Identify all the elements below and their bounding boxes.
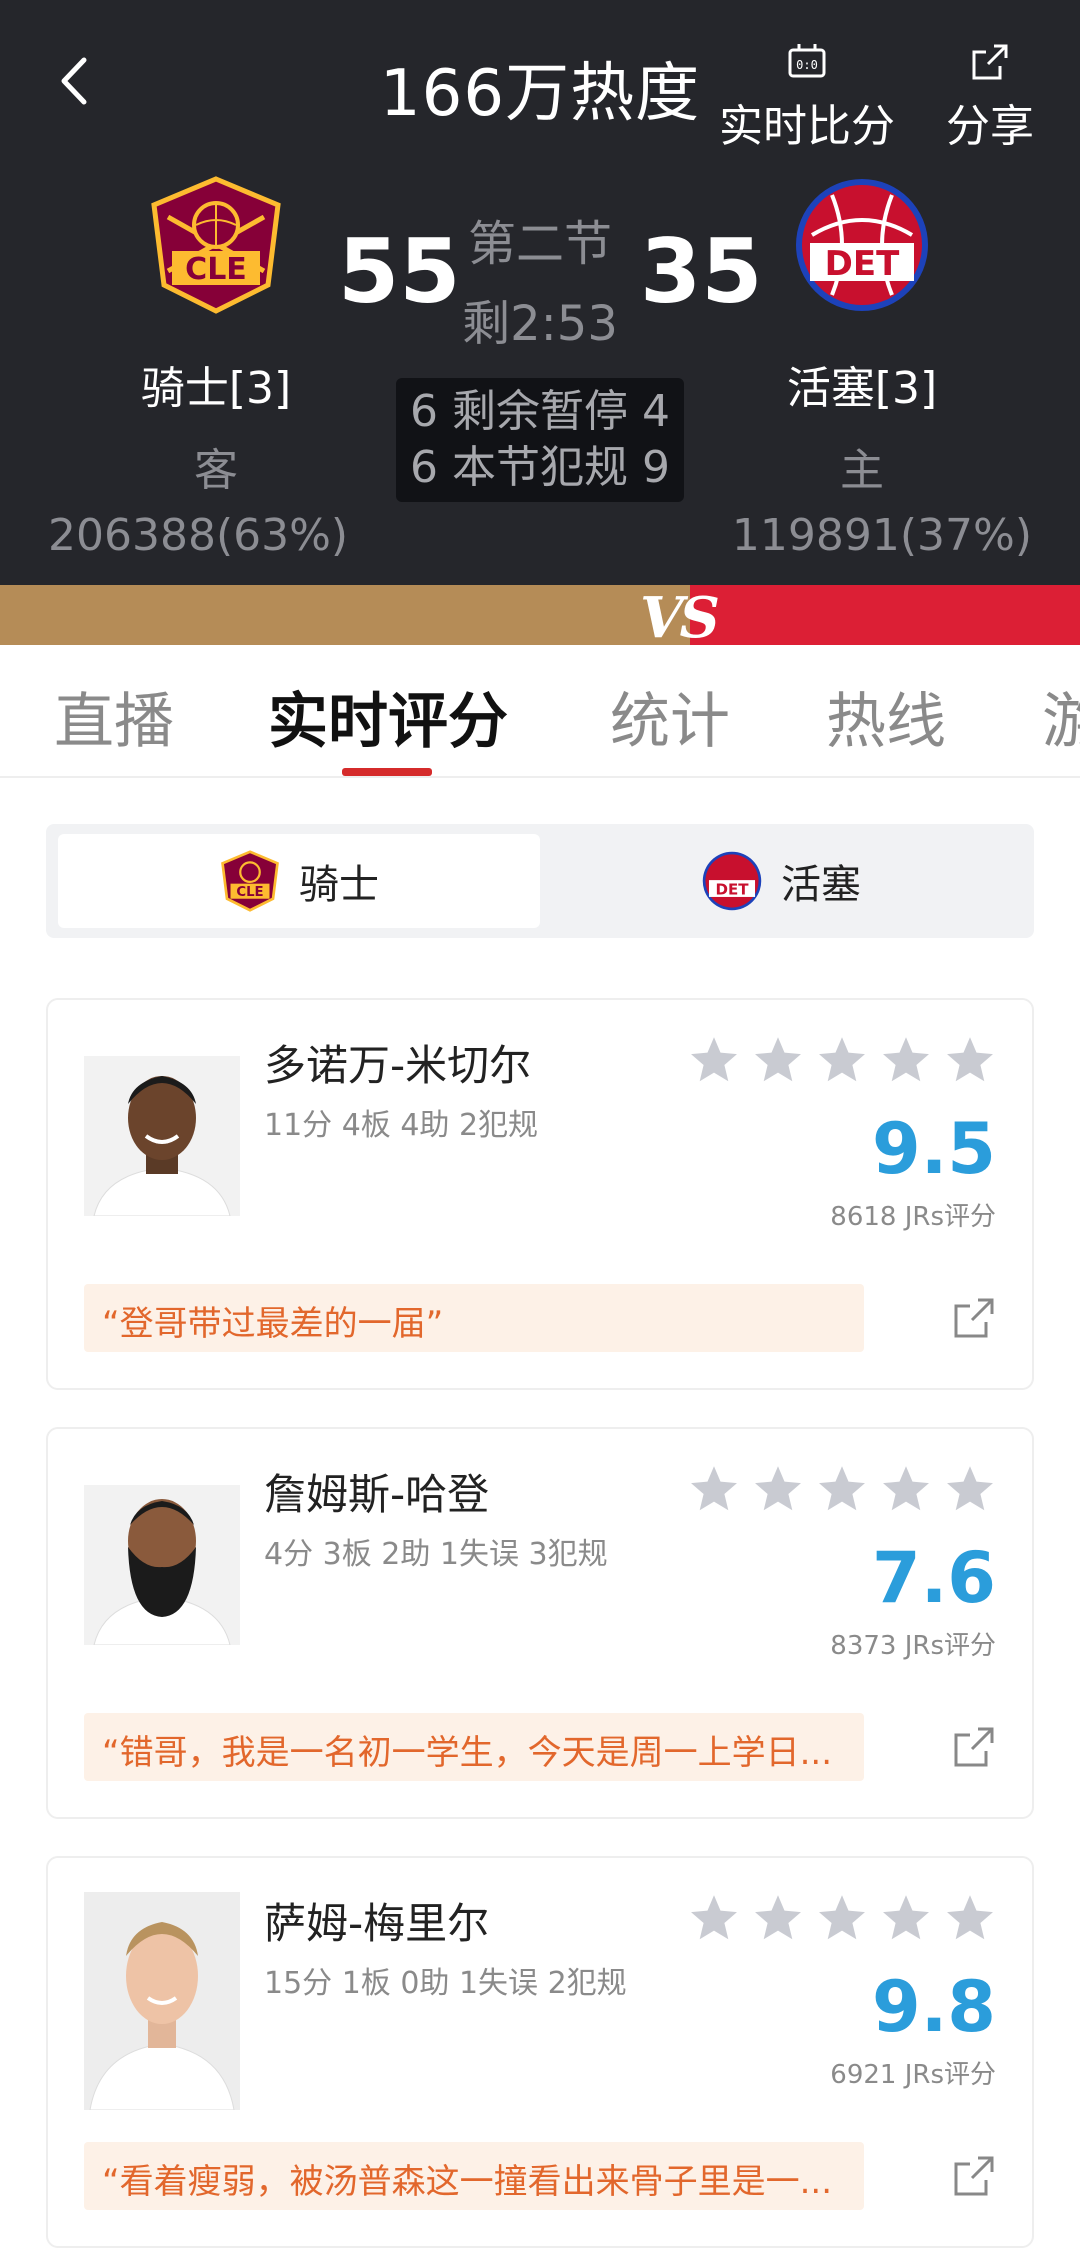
player-name: 多诺万-米切尔 (264, 1041, 532, 1090)
star-icon[interactable] (816, 1463, 868, 1515)
tab-bar: 直播 实时评分 统计 热线 游 (0, 645, 1080, 778)
vs-label: VS (640, 585, 720, 645)
star-icon[interactable] (752, 1463, 804, 1515)
svg-text:0:0: 0:0 (796, 58, 818, 72)
game-stat-box: 6 剩余暂停 4 6 本节犯规 9 (396, 378, 684, 502)
home-team-logo[interactable]: DET (792, 175, 932, 315)
rating-stars[interactable] (688, 1463, 996, 1515)
timeouts-row: 6 剩余暂停 4 (410, 386, 670, 437)
away-support-votes[interactable]: 206388(63%) (48, 510, 348, 561)
chevron-left-icon (61, 57, 87, 105)
star-icon[interactable] (688, 1892, 740, 1944)
period-label: 第二节 (467, 216, 612, 272)
share-label: 分享 (946, 101, 1034, 152)
home-support-votes[interactable]: 119891(37%) (732, 510, 1032, 561)
home-team-role: 主 (840, 445, 884, 496)
away-support-bar (0, 585, 690, 645)
game-header: 166万热度 0:0 实时比分 分享 CLE 55 第二节 剩2:53 35 D… (0, 0, 1080, 585)
hot-comment[interactable]: “看着瘦弱，被汤普森这一撞看出来骨子里是一... (84, 2142, 864, 2210)
back-button[interactable] (46, 46, 106, 116)
player-name: 詹姆斯-哈登 (264, 1470, 490, 1519)
star-icon[interactable] (944, 1034, 996, 1086)
team-switch-home[interactable]: DET 活塞 (540, 834, 1022, 928)
hot-comment[interactable]: “登哥带过最差的一届” (84, 1284, 864, 1352)
share-icon (972, 44, 1008, 80)
star-icon[interactable] (880, 1892, 932, 1944)
player-rating-count: 8618 JRs评分 (830, 1202, 996, 1232)
star-icon[interactable] (880, 1463, 932, 1515)
player-rating-count: 6921 JRs评分 (830, 2060, 996, 2090)
live-score-button[interactable]: 0:0 实时比分 (712, 40, 902, 154)
fouls-row: 6 本节犯规 9 (410, 442, 670, 493)
player-card[interactable]: 詹姆斯-哈登 4分 3板 2助 1失误 3犯规 7.6 8373 JRs评分 “… (46, 1427, 1034, 1819)
home-support-bar (690, 585, 1080, 645)
star-icon[interactable] (944, 1463, 996, 1515)
tab-stats[interactable]: 统计 (610, 673, 730, 760)
pistons-logo-icon: DET (702, 851, 762, 911)
player-rating-score: 9.5 (871, 1108, 996, 1190)
player-stats: 4分 3板 2助 1失误 3犯规 (264, 1537, 608, 1572)
star-icon[interactable] (816, 1892, 868, 1944)
scoreboard-icon: 0:0 (788, 44, 826, 78)
svg-text:DET: DET (825, 244, 900, 284)
svg-text:CLE: CLE (185, 252, 247, 287)
external-link-icon[interactable] (952, 1296, 996, 1340)
away-team-role: 客 (194, 445, 238, 496)
rating-stars[interactable] (688, 1034, 996, 1086)
hot-comment[interactable]: “错哥，我是一名初一学生，今天是周一上学日... (84, 1713, 864, 1781)
tab-more[interactable]: 游 (1042, 673, 1080, 760)
team-switch: CLE 骑士 DET 活塞 (46, 824, 1034, 938)
player-avatar[interactable] (84, 1892, 240, 2110)
team-switch-home-label: 活塞 (781, 862, 861, 908)
home-team-name: 活塞[3] (786, 363, 938, 414)
game-clock: 剩2:53 (462, 296, 618, 352)
away-team-name: 骑士[3] (140, 363, 292, 414)
share-button[interactable]: 分享 (930, 40, 1050, 154)
star-icon[interactable] (880, 1034, 932, 1086)
star-icon[interactable] (688, 1034, 740, 1086)
player-name: 萨姆-梅里尔 (264, 1899, 490, 1948)
tab-live[interactable]: 直播 (54, 673, 174, 760)
team-switch-away-label: 骑士 (299, 862, 379, 908)
team-switch-away[interactable]: CLE 骑士 (58, 834, 540, 928)
star-icon[interactable] (752, 1892, 804, 1944)
cavaliers-logo-icon: CLE (221, 850, 279, 912)
external-link-icon[interactable] (952, 2154, 996, 2198)
star-icon[interactable] (944, 1892, 996, 1944)
star-icon[interactable] (752, 1034, 804, 1086)
rating-stars[interactable] (688, 1892, 996, 1944)
star-icon[interactable] (816, 1034, 868, 1086)
player-stats: 15分 1板 0助 1失误 2犯规 (264, 1966, 627, 2001)
support-vs-bar[interactable]: VS (0, 585, 1080, 645)
player-avatar[interactable] (84, 1056, 240, 1216)
player-rating-count: 8373 JRs评分 (830, 1631, 996, 1661)
svg-text:DET: DET (715, 880, 749, 898)
player-stats: 11分 4板 4助 2犯规 (264, 1108, 539, 1143)
tab-ratings[interactable]: 实时评分 (268, 673, 508, 760)
home-score: 35 (640, 220, 763, 323)
player-rating-score: 7.6 (871, 1537, 996, 1619)
player-card[interactable]: 多诺万-米切尔 11分 4板 4助 2犯规 9.5 8618 JRs评分 “登哥… (46, 998, 1034, 1390)
svg-text:CLE: CLE (236, 885, 263, 900)
heat-title: 166万热度 (379, 57, 701, 131)
external-link-icon[interactable] (952, 1725, 996, 1769)
player-card[interactable]: 萨姆-梅里尔 15分 1板 0助 1失误 2犯规 9.8 6921 JRs评分 … (46, 1856, 1034, 2248)
tab-hotline[interactable]: 热线 (826, 673, 946, 760)
live-score-label: 实时比分 (719, 101, 895, 152)
star-icon[interactable] (688, 1463, 740, 1515)
away-team-logo[interactable]: CLE (146, 175, 286, 315)
active-tab-indicator (342, 768, 432, 776)
player-rating-score: 9.8 (871, 1966, 996, 2048)
player-avatar[interactable] (84, 1485, 240, 1645)
